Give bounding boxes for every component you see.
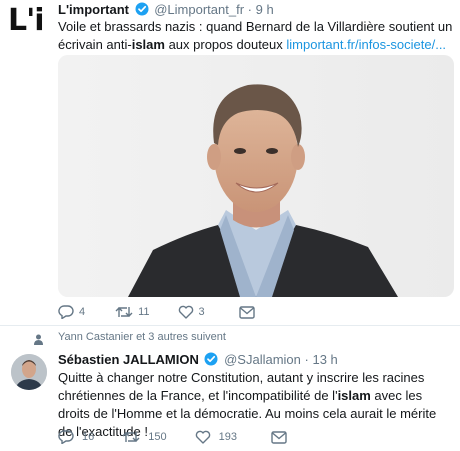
- author-handle[interactable]: @SJallamion: [224, 352, 301, 367]
- reply-count: 4: [79, 306, 86, 318]
- tweet-text-part: aux propos douteux: [164, 37, 287, 52]
- reply-button[interactable]: 16: [58, 430, 94, 444]
- message-icon: [238, 305, 255, 319]
- separator-dot: ·: [304, 352, 309, 367]
- tweet-photo[interactable]: [58, 55, 454, 297]
- retweet-button[interactable]: 11: [115, 305, 150, 319]
- tweet-timestamp[interactable]: 13 h: [312, 352, 337, 367]
- reply-button[interactable]: 4: [58, 305, 85, 319]
- limportant-logo-avatar[interactable]: L'i: [8, 4, 48, 38]
- profile-picture: [11, 354, 47, 390]
- highlighted-keyword: islam: [131, 37, 165, 52]
- tweet[interactable]: L'i L'important @Limportant_fr · 9 h Voi…: [0, 0, 460, 326]
- like-icon: [195, 430, 210, 444]
- like-icon: [178, 305, 193, 319]
- tweet-timestamp[interactable]: 9 h: [256, 2, 274, 17]
- like-count: 3: [198, 306, 205, 318]
- tweet-actions: 16 150 193: [58, 430, 287, 444]
- retweet-button[interactable]: 150: [122, 430, 167, 444]
- like-button[interactable]: 3: [178, 305, 205, 319]
- author-name[interactable]: L'important: [58, 2, 129, 17]
- highlighted-keyword: islam: [337, 388, 371, 403]
- retweet-icon: [115, 307, 133, 317]
- reply-icon: [58, 430, 74, 444]
- author-handle[interactable]: @Limportant_fr: [154, 2, 244, 17]
- retweet-count: 11: [138, 306, 150, 318]
- tweet-header: Sébastien JALLAMION @SJallamion · 13 h: [58, 352, 338, 369]
- tweet-actions: 4 11 3: [58, 305, 255, 319]
- message-icon: [271, 430, 287, 444]
- person-icon: [34, 332, 43, 350]
- tweet-text: Voile et brassards nazis : quand Bernard…: [58, 18, 454, 54]
- reply-count: 16: [82, 431, 95, 443]
- direct-message-button[interactable]: [271, 430, 287, 444]
- like-count: 193: [218, 431, 237, 443]
- verified-badge-icon: [204, 352, 218, 369]
- social-context-text: Yann Castanier et 3 autres suivent: [58, 331, 226, 343]
- social-context[interactable]: Yann Castanier et 3 autres suivent: [58, 331, 226, 343]
- portrait-photo: [58, 55, 454, 297]
- reply-icon: [58, 305, 74, 319]
- article-link[interactable]: limportant.fr/infos-societe/...: [286, 37, 446, 52]
- direct-message-button[interactable]: [238, 305, 255, 319]
- separator-dot: ·: [247, 2, 252, 17]
- tweet[interactable]: Yann Castanier et 3 autres suivent Sébas…: [0, 326, 460, 451]
- retweet-count: 150: [148, 431, 167, 443]
- like-button[interactable]: 193: [195, 430, 237, 444]
- author-name[interactable]: Sébastien JALLAMION: [58, 352, 199, 367]
- retweet-icon: [122, 432, 140, 442]
- verified-badge-icon: [135, 2, 149, 19]
- tweet-header: L'important @Limportant_fr · 9 h: [58, 2, 274, 19]
- avatar[interactable]: [11, 354, 47, 390]
